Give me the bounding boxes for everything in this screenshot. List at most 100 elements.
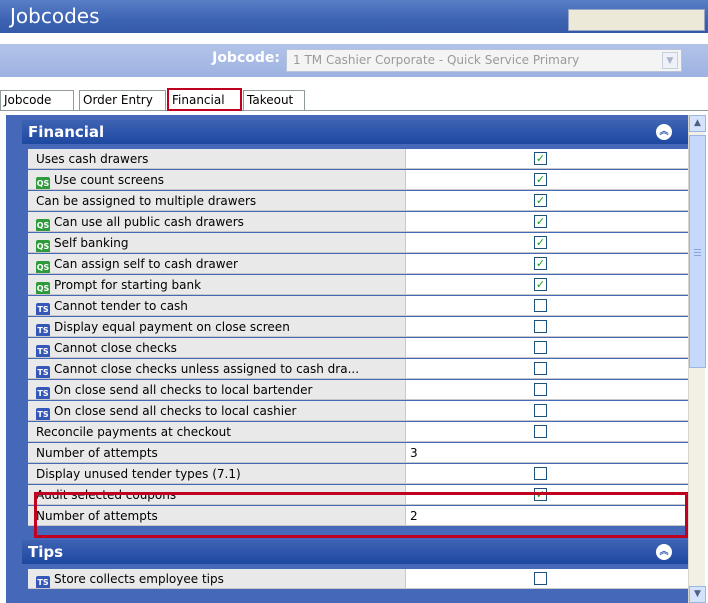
- setting-label: QS Prompt for starting bank: [28, 275, 406, 295]
- setting-value: [406, 422, 688, 442]
- ts-badge-icon: TS: [36, 576, 50, 588]
- setting-label-text: Use count screens: [54, 173, 165, 187]
- setting-value: [406, 338, 688, 358]
- chevron-down-icon[interactable]: ▼: [662, 52, 678, 69]
- setting-value: ✓: [406, 149, 688, 169]
- setting-row: TS Cannot close checks: [28, 338, 688, 359]
- jobcode-label: Jobcode:: [212, 50, 280, 66]
- setting-row: QS Self banking ✓: [28, 233, 688, 254]
- setting-label: Can be assigned to multiple drawers: [28, 191, 406, 211]
- setting-row: Display unused tender types (7.1): [28, 464, 688, 485]
- scroll-down-icon[interactable]: ▼: [689, 586, 706, 603]
- checkbox[interactable]: [534, 572, 547, 585]
- tab-takeout[interactable]: Takeout: [243, 90, 305, 110]
- setting-row: TS Display equal payment on close screen: [28, 317, 688, 338]
- tab-order-entry[interactable]: Order Entry: [79, 90, 166, 110]
- checkbox-checked[interactable]: ✓: [534, 152, 547, 165]
- scrollbar-thumb[interactable]: [689, 135, 706, 368]
- checkbox[interactable]: [534, 467, 547, 480]
- scroll-up-icon[interactable]: ▲: [689, 115, 706, 132]
- checkbox[interactable]: [534, 299, 547, 312]
- collapse-icon[interactable]: ︽: [656, 544, 672, 560]
- checkbox[interactable]: [534, 341, 547, 354]
- setting-row: Can be assigned to multiple drawers ✓: [28, 191, 688, 212]
- checkbox[interactable]: [534, 320, 547, 333]
- checkbox-checked[interactable]: ✓: [534, 194, 547, 207]
- setting-row: Number of attempts 2: [28, 506, 688, 527]
- setting-label: TS Cannot close checks unless assigned to…: [28, 359, 406, 379]
- qs-badge-icon: QS: [36, 261, 50, 273]
- setting-label-text: Reconcile payments at checkout: [36, 425, 231, 439]
- setting-label-text: Prompt for starting bank: [54, 278, 202, 292]
- setting-label-text: Display equal payment on close screen: [54, 320, 290, 334]
- ts-badge-icon: TS: [36, 366, 50, 378]
- checkbox-checked[interactable]: ✓: [534, 215, 547, 228]
- checkbox-checked[interactable]: ✓: [534, 236, 547, 249]
- setting-label: TS On close send all checks to local cash…: [28, 401, 406, 421]
- tab-takeout-label: Takeout: [247, 93, 294, 107]
- setting-value: ✓: [406, 233, 688, 253]
- tab-financial[interactable]: Financial: [167, 88, 242, 111]
- checkbox-checked[interactable]: ✓: [534, 488, 547, 501]
- setting-label: TS Store collects employee tips: [28, 569, 406, 589]
- qs-badge-icon: QS: [36, 240, 50, 252]
- checkbox-checked[interactable]: ✓: [534, 278, 547, 291]
- ts-badge-icon: TS: [36, 324, 50, 336]
- setting-value: ✓: [406, 485, 688, 505]
- checkbox[interactable]: [534, 362, 547, 375]
- setting-label-text: Self banking: [54, 236, 129, 250]
- jobcode-select[interactable]: 1 TM Cashier Corporate - Quick Service P…: [286, 49, 682, 72]
- ts-badge-icon: TS: [36, 345, 50, 357]
- setting-value: [406, 401, 688, 421]
- setting-label-text: Can assign self to cash drawer: [54, 257, 238, 271]
- checkbox-checked[interactable]: ✓: [534, 257, 547, 270]
- window-title: Jobcodes: [10, 4, 100, 28]
- tab-jobcode[interactable]: Jobcode: [0, 90, 74, 110]
- setting-row: QS Can assign self to cash drawer ✓: [28, 254, 688, 275]
- setting-row: QS Prompt for starting bank ✓: [28, 275, 688, 296]
- setting-value: ✓: [406, 254, 688, 274]
- setting-row: Uses cash drawers ✓: [28, 149, 688, 170]
- collapse-icon[interactable]: ︽: [656, 124, 672, 140]
- setting-label-text: Cannot close checks unless assigned to c…: [54, 362, 360, 376]
- tab-financial-label: Financial: [172, 93, 225, 107]
- setting-label-text: Can be assigned to multiple drawers: [36, 194, 257, 208]
- setting-label-text: Can use all public cash drawers: [54, 215, 244, 229]
- setting-label: Uses cash drawers: [28, 149, 406, 169]
- setting-label-text: On close send all checks to local cashie…: [54, 404, 297, 418]
- setting-label-text: On close send all checks to local barten…: [54, 383, 313, 397]
- setting-label-text: Cannot tender to cash: [54, 299, 188, 313]
- setting-label: TS Display equal payment on close screen: [28, 317, 406, 337]
- setting-row: TS On close send all checks to local bart…: [28, 380, 688, 401]
- ts-badge-icon: TS: [36, 387, 50, 399]
- setting-label: QS Self banking: [28, 233, 406, 253]
- setting-label: QS Use count screens: [28, 170, 406, 190]
- checkbox[interactable]: [534, 383, 547, 396]
- tab-strip: Jobcode Order Entry Financial Takeout: [0, 88, 708, 111]
- setting-value: ✓: [406, 275, 688, 295]
- setting-label-text: Cannot close checks: [54, 341, 177, 355]
- checkbox[interactable]: [534, 404, 547, 417]
- section-financial-header[interactable]: Financial ︽: [22, 120, 688, 144]
- checkbox-checked[interactable]: ✓: [534, 173, 547, 186]
- setting-value: [406, 296, 688, 316]
- qs-badge-icon: QS: [36, 219, 50, 231]
- setting-label: Audit selected coupons: [28, 485, 406, 505]
- ts-badge-icon: TS: [36, 408, 50, 420]
- setting-label: TS Cannot tender to cash: [28, 296, 406, 316]
- setting-value: [406, 464, 688, 484]
- setting-value-text[interactable]: 2: [410, 509, 418, 523]
- section-tips-header[interactable]: Tips ︽: [22, 540, 688, 564]
- checkbox[interactable]: [534, 425, 547, 438]
- setting-row: QS Use count screens ✓: [28, 170, 688, 191]
- setting-row: Number of attempts 3: [28, 443, 688, 464]
- setting-value: 3: [406, 443, 688, 463]
- setting-value-text[interactable]: 3: [410, 446, 418, 460]
- setting-row: TS Cannot close checks unless assigned to…: [28, 359, 688, 380]
- section-financial-title: Financial: [28, 123, 105, 141]
- setting-label-text: Store collects employee tips: [54, 572, 224, 586]
- ts-badge-icon: TS: [36, 303, 50, 315]
- vertical-scrollbar[interactable]: ▲ ▼: [688, 115, 706, 603]
- tab-order-entry-label: Order Entry: [83, 93, 153, 107]
- setting-row: Reconcile payments at checkout: [28, 422, 688, 443]
